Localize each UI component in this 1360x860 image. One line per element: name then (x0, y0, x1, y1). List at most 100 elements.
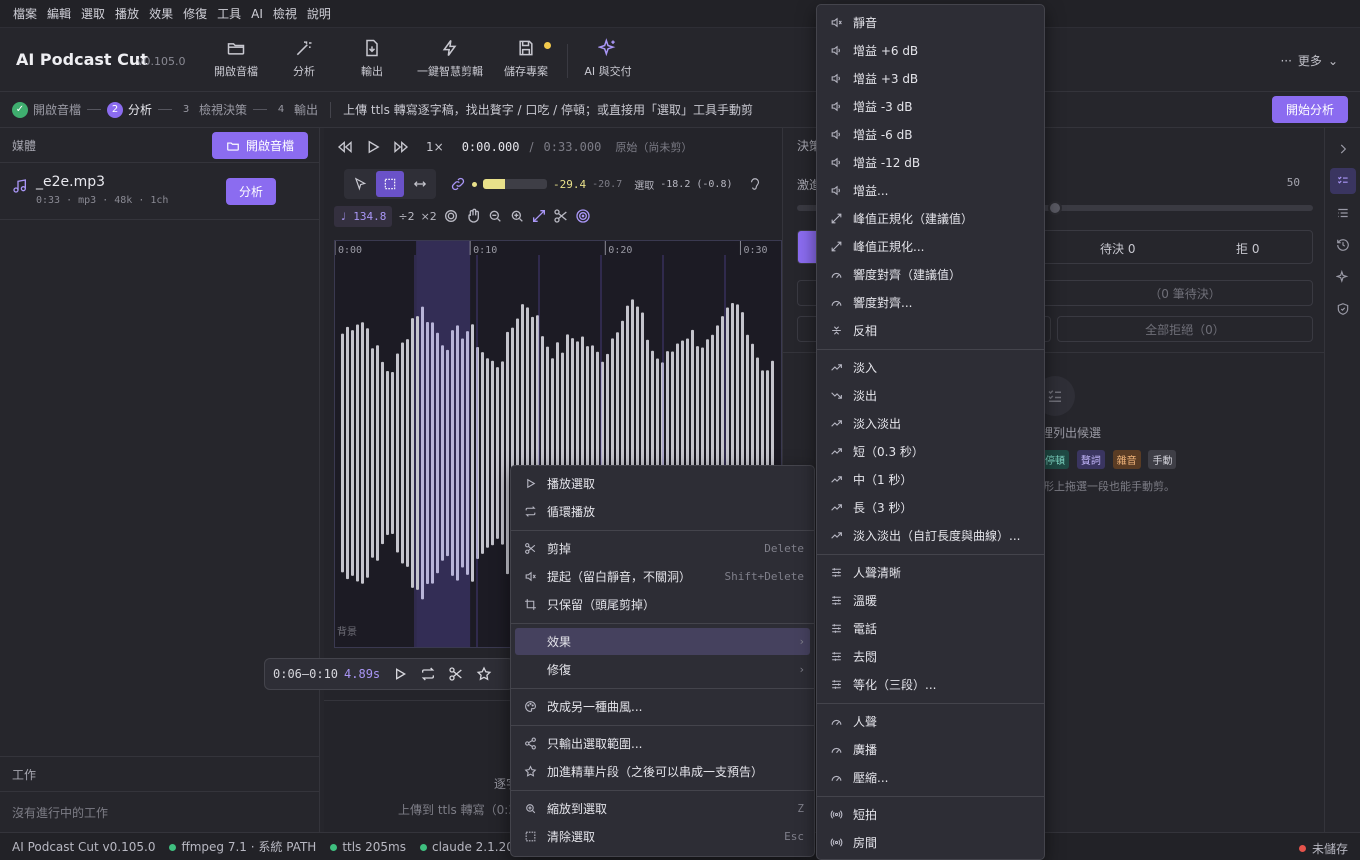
effect-invert[interactable]: 反相 (821, 317, 1040, 344)
zoom-out-icon[interactable] (487, 208, 503, 224)
effect-eq3[interactable]: 等化（三段）... (821, 671, 1040, 698)
menu-effects[interactable]: 效果 (144, 5, 178, 22)
effect-short[interactable]: 短（0.3 秒） (821, 438, 1040, 465)
effect-room[interactable]: 房間 (821, 829, 1040, 856)
effect-phone[interactable]: 電話 (821, 615, 1040, 642)
effect-gain-m3[interactable]: 增益 -3 dB (821, 93, 1040, 120)
effect-vocal[interactable]: 人聲 (821, 708, 1040, 735)
scissors-icon[interactable] (553, 208, 569, 224)
effect-fade-in[interactable]: 淡入 (821, 354, 1040, 381)
hand-icon[interactable] (465, 208, 481, 224)
target-icon[interactable] (575, 208, 591, 224)
menu-play[interactable]: 播放 (110, 5, 144, 22)
star-icon[interactable] (476, 666, 492, 682)
menu-clear-selection[interactable]: 清除選取 Esc (515, 823, 810, 850)
play-icon[interactable] (364, 138, 382, 156)
shield-icon[interactable] (1330, 296, 1356, 322)
effect-gain-m6[interactable]: 增益 -6 dB (821, 121, 1040, 148)
analyze-toolbar-button[interactable]: 分析 (266, 38, 342, 84)
chevron-right-icon[interactable] (1330, 136, 1356, 162)
more-button[interactable]: ··· 更多 ⌄ (1280, 52, 1338, 69)
menu-zoom-selection[interactable]: 縮放到選取 Z (515, 795, 810, 822)
file-analyze-button[interactable]: 分析 (226, 178, 276, 205)
zoom-in-icon[interactable] (509, 208, 525, 224)
threshold-slider-knob[interactable] (1048, 201, 1062, 215)
effect-loud-rec[interactable]: 響度對齊（建議值） (821, 261, 1040, 288)
selection-duration: 4.89s (344, 667, 381, 681)
bpm-half-button[interactable]: ÷2 (398, 210, 414, 223)
effect-voice-clear[interactable]: 人聲清晰 (821, 559, 1040, 586)
menu-export-selection[interactable]: 只輸出選取範圍... (515, 730, 810, 757)
smart-cut-button[interactable]: 一鍵智慧剪輯 (412, 38, 488, 84)
open-audio-button[interactable]: 開啟音檔 (198, 38, 274, 84)
effect-demuffle[interactable]: 去悶 (821, 643, 1040, 670)
playback-speed[interactable]: 1× (426, 140, 444, 154)
effect-long[interactable]: 長（3 秒） (821, 494, 1040, 521)
menu-repair-submenu[interactable]: 修復 › (515, 656, 810, 683)
menu-cut[interactable]: 剪掉 Delete (515, 535, 810, 562)
save-project-button[interactable]: 儲存專案 (488, 38, 564, 84)
decisions-rail-icon[interactable] (1330, 168, 1356, 194)
menu-play-selection[interactable]: 播放選取 (515, 470, 810, 497)
step-analyze[interactable]: 2 分析 (107, 101, 152, 118)
menu-lift[interactable]: 提起（留白靜音，不關洞） Shift+Delete (515, 563, 810, 590)
effect-gain-m12[interactable]: 增益 -12 dB (821, 149, 1040, 176)
media-file-item[interactable]: _e2e.mp3 0:33 · mp3 · 48k · 1ch 分析 (0, 164, 320, 220)
effect-short-reverb[interactable]: 短拍 (821, 801, 1040, 828)
menu-file[interactable]: 檔案 (8, 5, 42, 22)
effect-fade-in-out[interactable]: 淡入淡出 (821, 410, 1040, 437)
effect-fade-out[interactable]: 淡出 (821, 382, 1040, 409)
history-icon[interactable] (1330, 232, 1356, 258)
menu-separator (817, 554, 1044, 555)
effect-gain-p3[interactable]: 增益 +3 dB (821, 65, 1040, 92)
export-button[interactable]: 輸出 (334, 38, 410, 84)
menu-view[interactable]: 檢視 (268, 5, 302, 22)
menu-select[interactable]: 選取 (76, 5, 110, 22)
menu-effects-submenu[interactable]: 效果 › (515, 628, 810, 655)
list-rail-icon[interactable] (1330, 200, 1356, 226)
step-review[interactable]: 3 檢視決策 (178, 101, 247, 118)
start-analysis-button[interactable]: 開始分析 (1272, 96, 1348, 123)
skip-back-icon[interactable] (336, 138, 354, 156)
media-open-button[interactable]: 開啟音檔 (212, 132, 308, 159)
step-export[interactable]: 4 輸出 (273, 101, 318, 118)
link-icon[interactable] (450, 176, 466, 192)
skip-forward-icon[interactable] (392, 138, 410, 156)
menu-ai[interactable]: AI (246, 7, 268, 21)
reverb-icon (829, 836, 843, 850)
effect-peak-norm[interactable]: 峰值正規化... (821, 233, 1040, 260)
menu-help[interactable]: 說明 (302, 5, 336, 22)
step-open[interactable]: ✓ 開啟音檔 (12, 101, 81, 118)
menu-repair[interactable]: 修復 (178, 5, 212, 22)
menu-keep-only[interactable]: 只保留（頭尾剪掉） (515, 591, 810, 618)
fit-icon[interactable] (531, 208, 547, 224)
pointer-tool[interactable] (346, 171, 374, 197)
reject-all-button[interactable]: 全部拒絕（0） (1057, 316, 1313, 342)
effect-compress[interactable]: 壓縮... (821, 764, 1040, 791)
play-selection-icon[interactable] (392, 666, 408, 682)
menu-restyle[interactable]: 改成另一種曲風... (515, 693, 810, 720)
effect-loud[interactable]: 響度對齊... (821, 289, 1040, 316)
ai-sparkle-icon[interactable] (1330, 264, 1356, 290)
cut-selection-icon[interactable] (448, 666, 464, 682)
effect-mute[interactable]: 靜音 (821, 9, 1040, 36)
ai-deliver-button[interactable]: AI 與交付 (570, 38, 646, 84)
effect-warm[interactable]: 溫暖 (821, 587, 1040, 614)
ear-icon[interactable] (748, 177, 762, 191)
menu-add-highlight[interactable]: 加進精華片段（之後可以串成一支預告） (515, 758, 810, 785)
menu-tools[interactable]: 工具 (212, 5, 246, 22)
effect-gain-custom[interactable]: 增益... (821, 177, 1040, 204)
effect-broadcast[interactable]: 廣播 (821, 736, 1040, 763)
bpm-badge[interactable]: ♩ 134.8 (334, 205, 393, 227)
bpm-double-button[interactable]: ×2 (421, 210, 437, 223)
effect-medium[interactable]: 中（1 秒） (821, 466, 1040, 493)
menu-loop-play[interactable]: 循環播放 (515, 498, 810, 525)
effect-peak-norm-rec[interactable]: 峰值正規化（建議值） (821, 205, 1040, 232)
metronome-icon[interactable] (443, 208, 459, 224)
effect-fade-custom[interactable]: 淡入淡出（自訂長度與曲線）... (821, 522, 1040, 549)
time-shift-tool[interactable] (406, 171, 434, 197)
loop-icon[interactable] (420, 666, 436, 682)
menu-edit[interactable]: 編輯 (42, 5, 76, 22)
effect-gain-p6[interactable]: 增益 +6 dB (821, 37, 1040, 64)
select-tool[interactable] (376, 171, 404, 197)
